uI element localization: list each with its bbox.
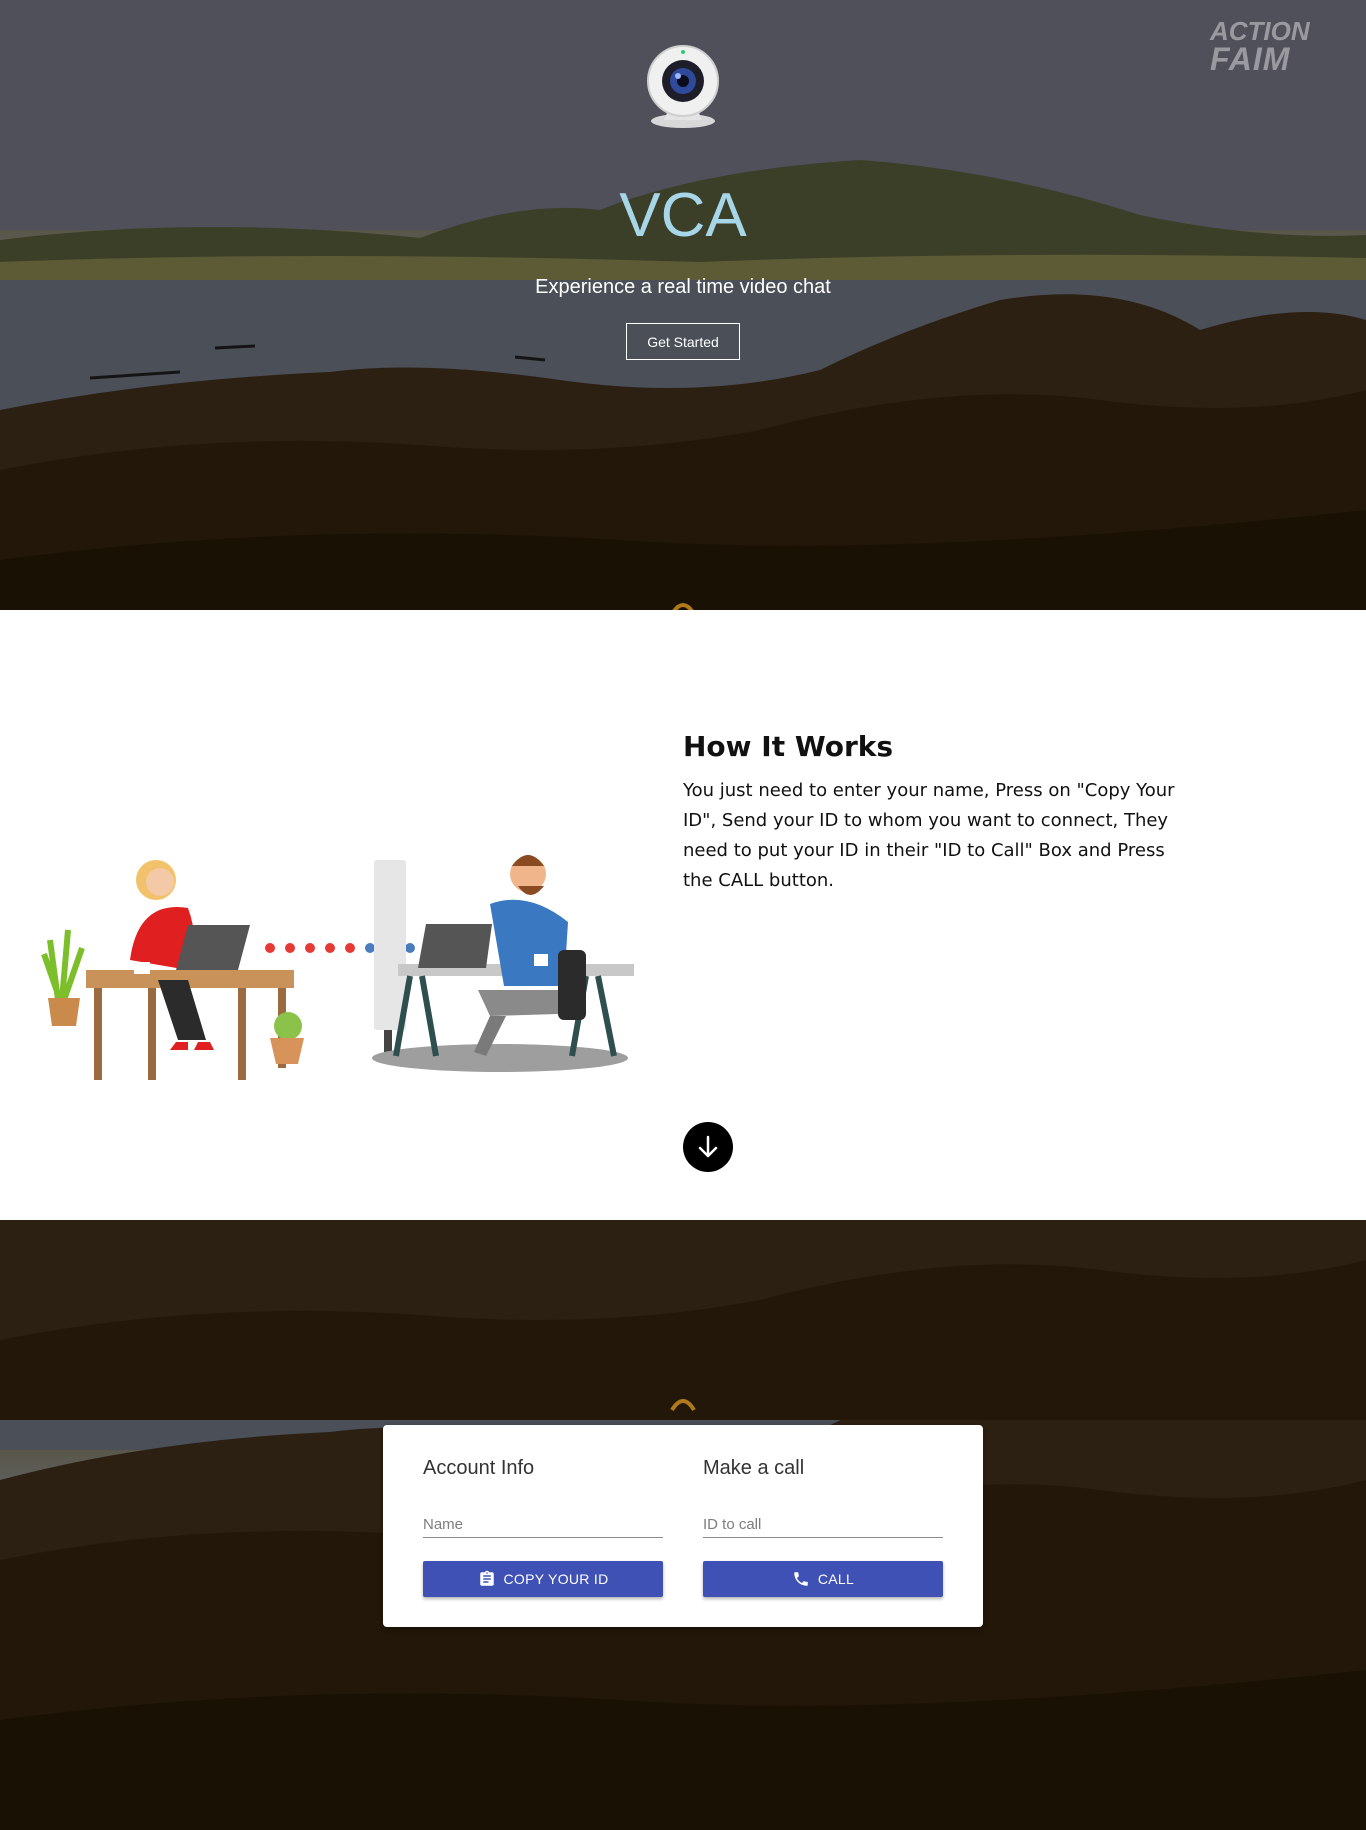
id-to-call-input[interactable]	[703, 1511, 943, 1538]
call-label: CALL	[817, 1571, 855, 1587]
two-people-video-call-illustration	[41, 855, 634, 1080]
phone-icon	[792, 1570, 810, 1588]
arrow-down-icon	[698, 1135, 718, 1158]
how-it-works-section: How It Works You just need to enter your…	[0, 610, 1366, 1220]
hero-section: ACTION FAIM VCA Experience a real time v…	[0, 0, 1366, 610]
how-it-works-description: You just need to enter your name, Press …	[683, 780, 1175, 891]
make-a-call-title: Make a call	[703, 1457, 805, 1479]
call-button[interactable]: CALL	[703, 1561, 943, 1597]
account-info-title: Account Info	[423, 1457, 535, 1479]
webcam-icon	[647, 45, 719, 128]
scroll-down-button[interactable]	[683, 1122, 733, 1172]
action-faim-logo: ACTION FAIM	[1210, 17, 1314, 77]
how-it-works-title: How It Works	[683, 730, 894, 763]
rock-band	[0, 1220, 1366, 1420]
chevron-up-icon	[672, 603, 694, 610]
call-panel: Account Info COPY YOUR ID Make a call CA…	[383, 1425, 983, 1627]
hero-subtitle: Experience a real time video chat	[535, 276, 831, 298]
logo-text-line2: FAIM	[1210, 41, 1291, 77]
clipboard-icon	[478, 1570, 496, 1588]
chevron-up-icon	[670, 1399, 696, 1412]
app-title: VCA	[619, 181, 747, 250]
copy-your-id-label: COPY YOUR ID	[503, 1571, 609, 1587]
get-started-button[interactable]: Get Started	[626, 323, 740, 360]
copy-your-id-button[interactable]: COPY YOUR ID	[423, 1561, 663, 1597]
name-input[interactable]	[423, 1511, 663, 1538]
